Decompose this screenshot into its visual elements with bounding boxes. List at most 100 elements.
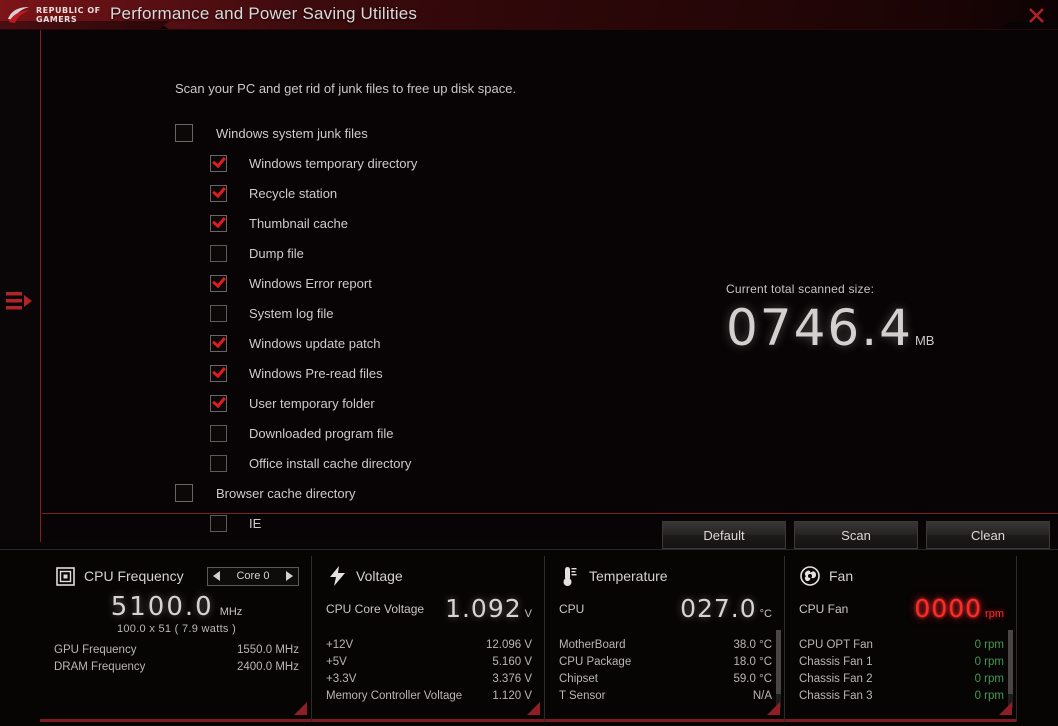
rog-eye-icon xyxy=(6,6,32,24)
monitor-row: +12V 12.096 V xyxy=(326,636,532,653)
menu-expand-icon xyxy=(6,292,32,310)
monitor-row: Memory Controller Voltage 1.120 V xyxy=(326,687,532,704)
checklist-row[interactable]: Windows system junk files xyxy=(175,118,655,148)
panel-scrollbar[interactable] xyxy=(776,630,781,708)
checkbox-checked-icon[interactable] xyxy=(210,154,227,172)
monitor-row-value: 0 rpm xyxy=(974,638,1004,651)
temperature-primary-label: CPU xyxy=(559,602,585,616)
monitor-row-label: Memory Controller Voltage xyxy=(326,689,463,702)
monitor-row-value: 5.160 V xyxy=(492,655,532,668)
monitor-row: +5V 5.160 V xyxy=(326,653,532,670)
monitor-row: DRAM Frequency 2400.0 MHz xyxy=(54,658,299,675)
checklist-row[interactable]: Thumbnail cache xyxy=(175,208,655,238)
checklist-label: Windows system junk files xyxy=(216,125,368,141)
checklist-row[interactable]: Office install cache directory xyxy=(175,448,655,478)
rog-wordmark-line2: Gamers xyxy=(36,14,78,24)
checkbox-unchecked-icon[interactable] xyxy=(210,244,227,262)
checkbox-unchecked-icon[interactable] xyxy=(210,454,227,472)
sidebar-toggle-button[interactable] xyxy=(6,285,36,317)
monitor-row: Chassis Fan 1 0 rpm xyxy=(799,653,1004,670)
checklist-label: Recycle station xyxy=(249,185,338,201)
monitor-row-value: N/A xyxy=(752,689,772,702)
monitor-row-value: 18.0 °C xyxy=(733,655,772,668)
checkbox-checked-icon[interactable] xyxy=(210,394,227,412)
title-bar: Republic of Gamers Performance and Power… xyxy=(0,0,1058,30)
monitor-row-label: MotherBoard xyxy=(559,638,626,651)
checklist-row[interactable]: Dump file xyxy=(175,238,655,268)
monitor-row-label: Chipset xyxy=(559,672,598,685)
checklist-label: Downloaded program file xyxy=(249,425,394,441)
monitor-row-value: 3.376 V xyxy=(492,672,532,685)
checklist-label: Windows temporary directory xyxy=(249,155,418,171)
checklist-label: Thumbnail cache xyxy=(249,215,348,231)
voltage-primary-unit: V xyxy=(524,608,532,620)
panel-title: Voltage xyxy=(356,568,403,584)
core-selector[interactable]: Core 0 xyxy=(207,566,299,586)
checklist-label: System log file xyxy=(249,305,334,321)
checklist-label: Windows Pre-read files xyxy=(249,365,383,381)
checklist-row[interactable]: User temporary folder xyxy=(175,388,655,418)
fan-icon xyxy=(799,565,821,587)
checklist-row[interactable]: Recycle station xyxy=(175,178,655,208)
chevron-left-icon[interactable] xyxy=(213,571,220,581)
panel-voltage: Voltage CPU Core Voltage 1.092 V +12V 12.… xyxy=(312,556,545,722)
checkbox-checked-icon[interactable] xyxy=(210,334,227,352)
checkbox-unchecked-icon[interactable] xyxy=(175,124,193,142)
scanned-size-unit: MB xyxy=(914,333,935,348)
monitor-row: T Sensor N/A xyxy=(559,687,772,704)
default-button[interactable]: Default xyxy=(662,521,786,549)
checkbox-unchecked-icon[interactable] xyxy=(175,484,193,502)
checkbox-checked-icon[interactable] xyxy=(210,184,227,202)
cpu-frequency-unit: MHz xyxy=(219,606,243,618)
checkbox-unchecked-icon[interactable] xyxy=(210,514,227,532)
intro-text: Scan your PC and get rid of junk files t… xyxy=(175,81,517,96)
fan-primary-value: 0000 xyxy=(914,594,983,623)
panel-scrollbar[interactable] xyxy=(1008,630,1013,708)
action-button-row: Default Scan Clean xyxy=(662,521,1050,549)
monitor-row-label: CPU OPT Fan xyxy=(799,638,873,651)
monitor-row-value: 0 rpm xyxy=(974,672,1004,685)
cpu-frequency-rows: GPU Frequency 1550.0 MHz DRAM Frequency 240… xyxy=(54,641,299,675)
monitor-row-value: 59.0 °C xyxy=(733,672,772,685)
scanned-size-readout: Current total scanned size: 0746.4 MB xyxy=(726,282,935,357)
chevron-right-icon[interactable] xyxy=(286,571,293,581)
checkbox-checked-icon[interactable] xyxy=(210,274,227,292)
rog-logo: Republic of Gamers xyxy=(6,2,106,27)
close-button[interactable] xyxy=(1022,3,1050,27)
clean-button[interactable]: Clean xyxy=(926,521,1050,549)
checklist-row[interactable]: Windows temporary directory xyxy=(175,148,655,178)
checkbox-checked-icon[interactable] xyxy=(210,364,227,382)
monitor-row: +3.3V 3.376 V xyxy=(326,670,532,687)
monitor-row-value: 2400.0 MHz xyxy=(236,660,299,673)
rog-wordmark-line1: Republic of xyxy=(36,5,101,15)
checklist-row[interactable]: Downloaded program file xyxy=(175,418,655,448)
checkbox-unchecked-icon[interactable] xyxy=(210,304,227,322)
monitor-row-label: +12V xyxy=(326,638,354,651)
panel-underline xyxy=(785,719,1016,722)
scanned-size-value: 0746.4 xyxy=(726,299,913,357)
panel-fan: Fan CPU Fan 0000 rpm CPU OPT Fan 0 rpm Cha… xyxy=(785,556,1017,722)
monitor-row-value: 0 rpm xyxy=(974,689,1004,702)
panel-corner-accent xyxy=(527,702,540,715)
fan-primary-unit: rpm xyxy=(985,608,1004,620)
monitor-row: Chassis Fan 3 0 rpm xyxy=(799,687,1004,704)
monitor-row-label: Chassis Fan 3 xyxy=(799,689,873,702)
scan-button[interactable]: Scan xyxy=(794,521,918,549)
checklist-row[interactable]: Browser cache directory xyxy=(175,478,655,508)
checklist-label: User temporary folder xyxy=(249,395,375,411)
checklist-row[interactable]: Windows update patch xyxy=(175,328,655,358)
monitor-row-label: CPU Package xyxy=(559,655,632,668)
checklist-row[interactable]: Windows Pre-read files xyxy=(175,358,655,388)
checklist-row[interactable]: Windows Error report xyxy=(175,268,655,298)
checkbox-checked-icon[interactable] xyxy=(210,214,227,232)
monitor-row-label: Chassis Fan 2 xyxy=(799,672,873,685)
junk-files-checklist: Windows system junk files Windows tempora… xyxy=(175,118,655,538)
rog-wordmark: Republic of Gamers xyxy=(36,6,101,24)
monitor-row-value: 12.096 V xyxy=(485,638,532,651)
checklist-label: Windows update patch xyxy=(249,335,381,351)
panel-temperature: Temperature CPU 027.0 °C MotherBoard 38.0… xyxy=(545,556,785,722)
rog-utilities-window: Republic of Gamers Performance and Power… xyxy=(0,0,1058,726)
checklist-row[interactable]: System log file xyxy=(175,298,655,328)
checkbox-unchecked-icon[interactable] xyxy=(210,424,227,442)
checklist-label: Browser cache directory xyxy=(216,485,356,501)
